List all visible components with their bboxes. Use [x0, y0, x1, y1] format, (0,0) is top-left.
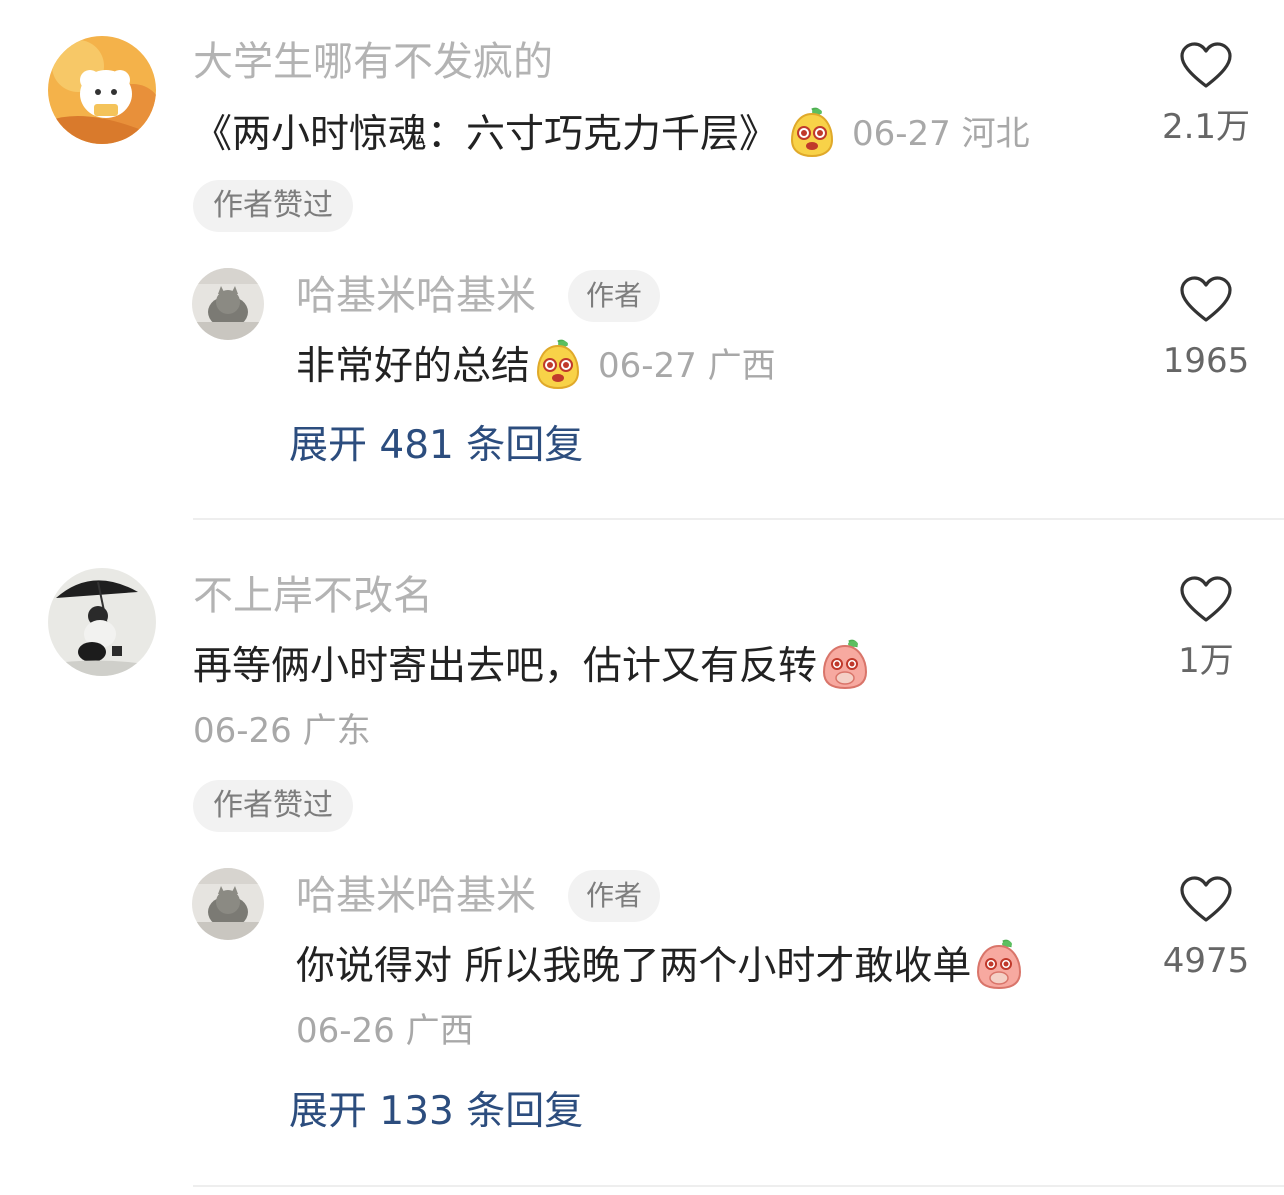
pear-face-emoji-icon — [532, 338, 584, 394]
peach-covering-mouth-emoji-icon — [973, 938, 1025, 994]
reply-like-count: 1965 — [1162, 341, 1250, 381]
comment-meta: 06-27 河北 — [852, 114, 1030, 154]
like-button[interactable]: 2.1万 — [1141, 36, 1271, 146]
peach-covering-mouth-emoji-icon — [819, 638, 871, 694]
author-tag: 作者 — [568, 270, 661, 322]
heart-icon — [1180, 876, 1232, 922]
comment-divider — [193, 1185, 1284, 1187]
reply-username[interactable]: 哈基米哈基米 — [296, 276, 536, 316]
author-liked-badge: 作者赞过 — [193, 180, 353, 232]
expand-replies-link[interactable]: 展开 133 条回复 — [289, 1092, 583, 1131]
commenter-username[interactable]: 不上岸不改名 — [193, 576, 433, 616]
reply-text: 非常好的总结 — [296, 343, 531, 389]
reply-like-button[interactable]: 4975 — [1141, 872, 1271, 982]
like-count: 2.1万 — [1161, 107, 1251, 147]
reply-like-count: 4975 — [1162, 941, 1250, 981]
heart-icon — [1180, 276, 1232, 322]
like-button[interactable]: 1万 — [1141, 572, 1271, 682]
reply-meta: 06-26 广西 — [296, 1011, 474, 1051]
commenter-username[interactable]: 大学生哪有不发疯的 — [193, 42, 553, 82]
heart-icon — [1180, 576, 1232, 622]
reply-text: 你说得对 所以我晚了两个小时才敢收单 — [296, 943, 972, 989]
commenter-avatar[interactable] — [48, 568, 156, 676]
like-count: 1万 — [1178, 641, 1234, 681]
reply-avatar[interactable] — [192, 868, 264, 940]
reply-username[interactable]: 哈基米哈基米 — [296, 876, 536, 916]
comment-content: 《两小时惊魂：六寸巧克力千层》 06-27 河北 — [193, 106, 1030, 162]
expand-replies-link[interactable]: 展开 481 条回复 — [289, 426, 583, 465]
author-tag: 作者 — [568, 870, 661, 922]
reply-meta: 06-27 广西 — [598, 346, 776, 386]
reply-content: 非常好的总结 06-27 广西 — [296, 338, 776, 394]
comment-content: 再等俩小时寄出去吧，估计又有反转 — [193, 638, 871, 694]
comment-text: 再等俩小时寄出去吧，估计又有反转 — [193, 643, 818, 689]
heart-icon — [1180, 42, 1232, 88]
commenter-avatar[interactable] — [48, 36, 156, 144]
author-liked-badge: 作者赞过 — [193, 780, 353, 832]
comment-text: 《两小时惊魂：六寸巧克力千层》 — [193, 111, 779, 157]
reply-avatar[interactable] — [192, 268, 264, 340]
reply-content: 你说得对 所以我晚了两个小时才敢收单 — [296, 938, 1025, 994]
comment-divider — [193, 518, 1284, 520]
comment-meta: 06-26 广东 — [193, 711, 371, 751]
reply-like-button[interactable]: 1965 — [1141, 272, 1271, 382]
pear-face-emoji-icon — [786, 106, 838, 162]
